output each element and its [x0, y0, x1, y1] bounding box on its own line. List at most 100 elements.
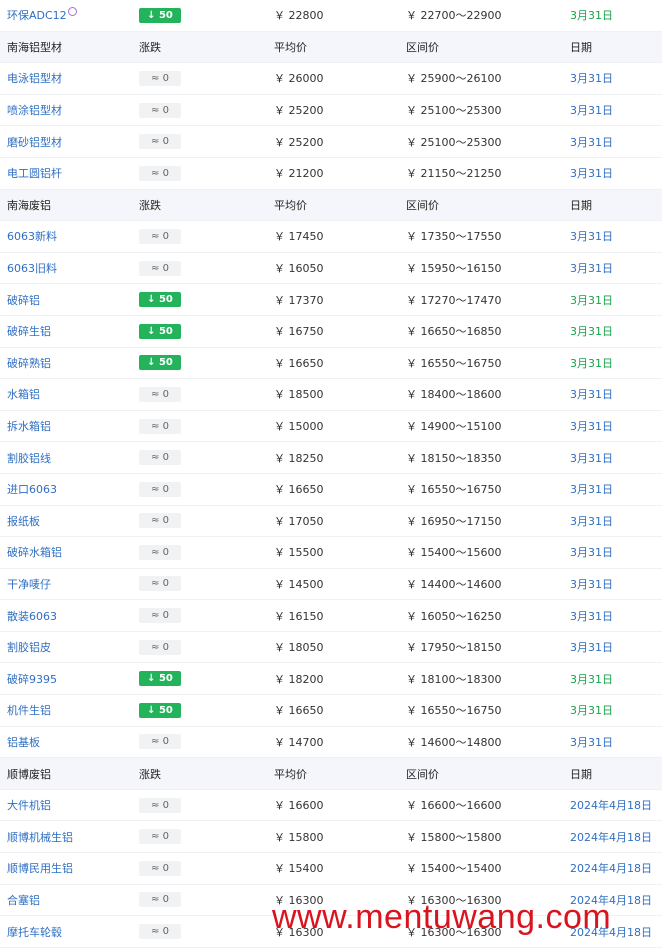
product-name-link[interactable]: 拆水箱铝: [7, 420, 51, 433]
product-cell: 摩托车轮毂: [0, 924, 132, 940]
date-link[interactable]: 2024年4月18日: [570, 926, 652, 939]
date-link[interactable]: 3月31日: [570, 483, 613, 496]
change-cell: ≈ 0: [132, 386, 266, 402]
product-name-link[interactable]: 割胶铝皮: [7, 641, 51, 654]
date-link[interactable]: 3月31日: [570, 452, 613, 465]
date-link[interactable]: 3月31日: [570, 388, 613, 401]
average-price: ￥ 16650: [274, 704, 324, 718]
product-name-link[interactable]: 报纸板: [7, 515, 40, 528]
product-name-link[interactable]: 水箱铝: [7, 388, 40, 401]
average-price: ￥ 16300: [274, 925, 324, 939]
date-link[interactable]: 3月31日: [570, 72, 613, 85]
product-name-link[interactable]: 铝基板: [7, 736, 40, 749]
product-name-link[interactable]: 破碎生铝: [7, 325, 51, 338]
product-cell: 干净唛仔: [0, 576, 132, 592]
product-name-link[interactable]: 合塞铝: [7, 894, 40, 907]
column-header-date: 日期: [570, 767, 592, 781]
price-range: ￥ 16300～16300: [406, 925, 502, 939]
product-name-link[interactable]: 散装6063: [7, 610, 57, 623]
date-link[interactable]: 3月31日: [570, 167, 613, 180]
table-row: 进口6063 ≈ 0 ￥ 16650 ￥ 16550～16750 3月31日: [0, 474, 662, 506]
change-cell: ≈ 0: [132, 544, 266, 560]
date-link[interactable]: 2024年4月18日: [570, 862, 652, 875]
date-cell: 3月31日: [562, 544, 662, 560]
date-link[interactable]: 3月31日: [570, 9, 613, 22]
average-price: ￥ 22800: [274, 9, 324, 23]
product-name-link[interactable]: 6063新料: [7, 230, 57, 243]
date-link[interactable]: 3月31日: [570, 578, 613, 591]
table-row: 顺博机械生铝 ≈ 0 ￥ 15800 ￥ 15800～15800 2024年4月18日: [0, 821, 662, 854]
product-name-link[interactable]: 干净唛仔: [7, 578, 51, 591]
date-link[interactable]: 3月31日: [570, 515, 613, 528]
date-link[interactable]: 3月31日: [570, 546, 613, 559]
product-name-link[interactable]: 破碎熟铝: [7, 357, 51, 370]
product-name-link[interactable]: 破碎9395: [7, 673, 57, 686]
date-cell: 3月31日: [562, 734, 662, 750]
product-cell: 电泳铝型材: [0, 70, 132, 86]
product-cell: 破碎生铝: [0, 323, 132, 339]
product-name-link[interactable]: 破碎铝: [7, 294, 40, 307]
average-price: ￥ 16650: [274, 356, 324, 370]
product-name-link[interactable]: 磨砂铝型材: [7, 136, 62, 149]
product-name-link[interactable]: 摩托车轮毂: [7, 926, 62, 939]
product-name-link[interactable]: 电工圆铝杆: [7, 167, 62, 180]
average-price: ￥ 15400: [274, 862, 324, 876]
date-cell: 3月31日: [562, 7, 662, 23]
product-name-link[interactable]: 进口6063: [7, 483, 57, 496]
change-badge: ≈ 0: [139, 260, 181, 276]
date-cell: 2024年4月18日: [562, 924, 662, 940]
date-link[interactable]: 3月31日: [570, 136, 613, 149]
product-name-link[interactable]: 割胶铝线: [7, 452, 51, 465]
change-badge: ≈ 0: [139, 734, 181, 750]
product-name-link[interactable]: 顺博机械生铝: [7, 831, 73, 844]
price-range: ￥ 14400～14600: [406, 577, 502, 591]
date-link[interactable]: 3月31日: [570, 736, 613, 749]
date-link[interactable]: 3月31日: [570, 325, 613, 338]
date-link[interactable]: 3月31日: [570, 610, 613, 623]
table-row: 合塞铝 ≈ 0 ￥ 16300 ￥ 16300～16300 2024年4月18日: [0, 885, 662, 917]
section-title: 顺博废铝: [7, 767, 51, 781]
product-cell: 机件生铝: [0, 702, 132, 718]
product-name-link[interactable]: 机件生铝: [7, 704, 51, 717]
date-link[interactable]: 3月31日: [570, 420, 613, 433]
product-name-link[interactable]: 环保ADC12: [7, 9, 67, 22]
price-range: ￥ 16600～16600: [406, 799, 502, 813]
product-name-link[interactable]: 顺博民用生铝: [7, 862, 73, 875]
change-cell: ≈ 0: [132, 513, 266, 529]
average-price: ￥ 14700: [274, 735, 324, 749]
table-row: 铝基板 ≈ 0 ￥ 14700 ￥ 14600～14800 3月31日: [0, 727, 662, 759]
average-price: ￥ 21200: [274, 167, 324, 181]
price-range: ￥ 15400～15400: [406, 862, 502, 876]
date-link[interactable]: 2024年4月18日: [570, 831, 652, 844]
average-price: ￥ 17370: [274, 293, 324, 307]
change-cell: ≈ 0: [132, 576, 266, 592]
product-name-link[interactable]: 喷涂铝型材: [7, 104, 62, 117]
date-cell: 2024年4月18日: [562, 860, 662, 876]
price-range: ￥ 18150～18350: [406, 451, 502, 465]
product-name-link[interactable]: 大件机铝: [7, 799, 51, 812]
product-cell: 顺博民用生铝: [0, 860, 132, 876]
date-link[interactable]: 3月31日: [570, 673, 613, 686]
date-link[interactable]: 3月31日: [570, 357, 613, 370]
date-link[interactable]: 3月31日: [570, 641, 613, 654]
date-link[interactable]: 3月31日: [570, 104, 613, 117]
date-cell: 3月31日: [562, 228, 662, 244]
section-header-row: 顺博废铝 涨跌 平均价 区间价 日期: [0, 758, 662, 790]
date-link[interactable]: 3月31日: [570, 294, 613, 307]
date-cell: 3月31日: [562, 608, 662, 624]
date-link[interactable]: 3月31日: [570, 704, 613, 717]
date-link[interactable]: 2024年4月18日: [570, 894, 652, 907]
date-cell: 3月31日: [562, 671, 662, 687]
date-link[interactable]: 2024年4月18日: [570, 799, 652, 812]
product-name-link[interactable]: 破碎水箱铝: [7, 546, 62, 559]
product-cell: 顺博机械生铝: [0, 829, 132, 845]
change-cell: ≈ 0: [132, 829, 266, 845]
date-link[interactable]: 3月31日: [570, 230, 613, 243]
average-price: ￥ 16600: [274, 799, 324, 813]
section-header-row: 南海废铝 涨跌 平均价 区间价 日期: [0, 189, 662, 222]
product-name-link[interactable]: 电泳铝型材: [7, 72, 62, 85]
date-link[interactable]: 3月31日: [570, 262, 613, 275]
product-name-link[interactable]: 6063旧料: [7, 262, 57, 275]
price-range: ￥ 18400～18600: [406, 388, 502, 402]
product-cell: 破碎9395: [0, 671, 132, 687]
